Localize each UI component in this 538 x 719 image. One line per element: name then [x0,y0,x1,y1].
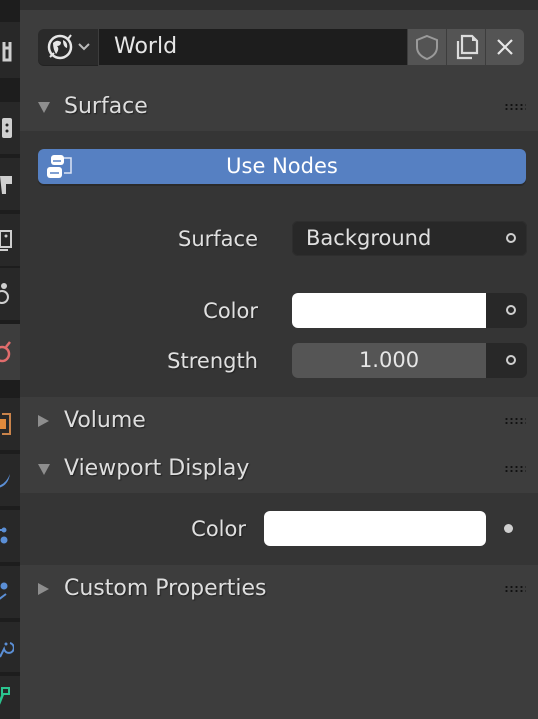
printer-icon [0,176,12,194]
socket-link-icon[interactable] [506,305,516,315]
properties-tab-bar [0,0,20,719]
surface-label: Surface [177,227,258,251]
tab-tool[interactable] [0,22,20,78]
wrench-blue-icon [0,474,10,488]
expand-triangle-icon [38,583,49,595]
world-type-selector[interactable] [38,29,98,65]
world-tab-icon [0,341,11,363]
panel-title-surface: Surface [64,94,148,119]
tab-output[interactable] [0,158,20,210]
color-label: Color [203,299,258,323]
expand-triangle-icon [38,415,49,427]
tab-constraints[interactable] [0,622,20,672]
strength-field[interactable]: 1.000 [292,343,527,378]
color-field[interactable] [292,293,527,328]
socket-link-icon[interactable] [506,233,516,243]
color-swatch[interactable] [292,293,486,328]
object-icon [0,413,11,435]
constraint-icon [0,642,14,658]
surface-shader-value: Background [306,226,432,250]
render-icon [2,118,12,138]
viewport-color-label: Color [191,517,246,541]
tab-scene[interactable] [0,268,20,320]
drag-grip-icon[interactable] [504,465,526,473]
viewport-color-swatch[interactable] [264,511,486,546]
shield-icon [416,34,438,61]
chevron-down-icon [78,43,90,51]
socket-link-icon[interactable] [506,355,516,365]
unlink-button[interactable] [486,29,524,65]
particles-icon [0,527,8,544]
wrench-icon [2,42,12,62]
drag-grip-icon[interactable] [504,417,526,425]
top-strip [20,0,538,10]
image-icon [0,230,12,251]
scene-icon [0,283,9,304]
use-nodes-button[interactable]: Use Nodes [38,149,526,184]
close-icon [497,39,513,55]
tab-render[interactable] [0,102,20,154]
decorator-dot-icon[interactable] [504,524,513,533]
tab-view-layer[interactable] [0,214,20,266]
collapse-triangle-icon [38,102,50,113]
data-icon [0,686,10,704]
panel-header-surface[interactable]: Surface [20,88,538,126]
fake-user-button[interactable] [408,29,446,65]
tab-particles[interactable] [0,510,20,562]
duplicate-icon [456,34,479,60]
panel-header-custom-properties[interactable]: Custom Properties [20,570,538,608]
tab-physics[interactable] [0,566,20,618]
use-nodes-label: Use Nodes [226,154,338,178]
tab-world[interactable] [0,324,20,380]
collapse-triangle-icon [38,464,50,475]
panel-title-volume: Volume [64,408,146,433]
panel-header-volume[interactable]: Volume [20,402,538,440]
tab-object[interactable] [0,398,20,450]
duplicate-button[interactable] [447,29,485,65]
world-name-field[interactable]: World [99,29,407,65]
surface-shader-field[interactable]: Background [292,221,527,256]
strength-label: Strength [167,349,258,373]
strength-value[interactable]: 1.000 [292,343,486,378]
properties-editor: World Surface Use Nodes Surface Backgrou… [20,0,538,719]
panel-title-viewport-display: Viewport Display [64,456,250,481]
tab-modifiers[interactable] [0,454,20,506]
tab-data[interactable] [0,676,20,719]
drag-grip-icon[interactable] [504,585,526,593]
panel-title-custom-properties: Custom Properties [64,576,267,601]
physics-icon [0,582,8,600]
drag-grip-icon[interactable] [504,103,526,111]
panel-header-viewport-display[interactable]: Viewport Display [20,450,538,488]
world-id-block: World [38,29,538,65]
